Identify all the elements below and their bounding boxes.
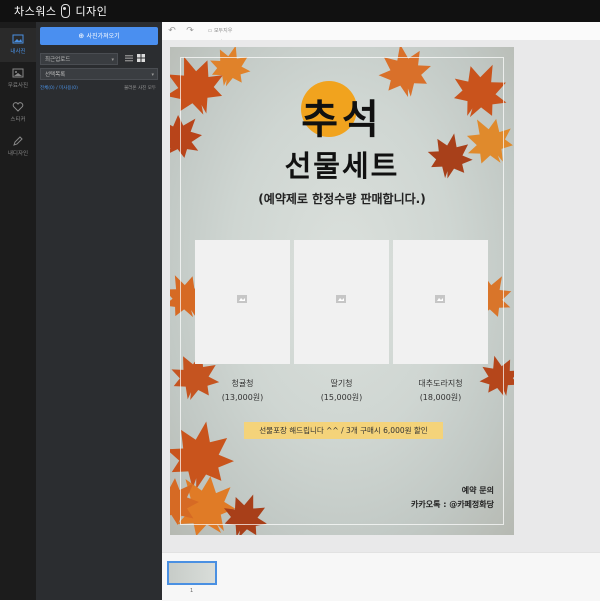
rail-item-my-photos[interactable]: 내사진: [0, 28, 36, 62]
left-rail: 내사진 무료사진 스티커 내디자인: [0, 22, 36, 600]
photo-icon: [12, 34, 24, 44]
rail-item-stickers[interactable]: 스티커: [0, 96, 36, 130]
product-price[interactable]: (15,000원): [294, 392, 389, 403]
product-price[interactable]: (18,000원): [393, 392, 488, 403]
app-topbar: 차스워스 디자인: [0, 0, 600, 22]
rail-item-my-designs[interactable]: 내디자인: [0, 130, 36, 164]
poster-page[interactable]: 추석 선물세트 (예약제로 한정수량 판매합니다.) 청귤청 (13,000원)…: [170, 47, 514, 535]
poster-tagline[interactable]: (예약제로 한정수량 판매합니다.): [170, 190, 514, 207]
heart-icon: [12, 102, 24, 112]
contact-title[interactable]: 예약 문의: [462, 485, 494, 496]
sort-select[interactable]: 최근업로드 ▾: [40, 53, 118, 65]
upload-photo-button[interactable]: ⊕ 사진가져오기: [40, 27, 158, 45]
promo-banner[interactable]: 선물포장 해드립니다 ^^ / 3개 구매시 6,000원 할인: [244, 422, 443, 439]
rail-label: 내사진: [10, 49, 26, 55]
load-all-link[interactable]: 불러온 사진 모두: [124, 85, 156, 91]
chevron-down-icon: ▾: [151, 72, 154, 78]
brand-product: 디자인: [75, 5, 108, 18]
image-placeholder-icon: [336, 295, 346, 303]
page-thumbnail-bar: 1: [162, 552, 600, 601]
product-name[interactable]: 대추도라지청: [393, 378, 488, 389]
album-select[interactable]: 선택목록 ▾: [40, 68, 158, 80]
album-select-value: 선택목록: [45, 72, 66, 78]
poster-subtitle[interactable]: 선물세트: [170, 143, 514, 185]
photo-slot[interactable]: [393, 240, 488, 364]
page-thumbnail[interactable]: [167, 561, 217, 585]
clear-all-button[interactable]: ▭ 모두지우기: [206, 25, 234, 46]
product-name[interactable]: 딸기청: [294, 378, 389, 389]
brand-toggle-icon: [61, 4, 71, 18]
pencil-icon: [13, 136, 23, 146]
brand-logo: 차스워스 디자인: [14, 3, 107, 19]
grid-view-icon[interactable]: [136, 53, 146, 63]
image-icon: [12, 68, 24, 78]
photo-slot[interactable]: [195, 240, 290, 364]
photo-slot[interactable]: [294, 240, 389, 364]
photo-count-note[interactable]: 전체(0) / 미사용(0): [40, 85, 78, 91]
rail-label: 무료사진: [7, 83, 29, 89]
brand-name: 차스워스: [14, 5, 57, 18]
upload-label: 사진가져오기: [86, 33, 120, 40]
redo-icon[interactable]: ↷: [184, 25, 196, 37]
product-price[interactable]: (13,000원): [195, 392, 290, 403]
rail-item-free-photos[interactable]: 무료사진: [0, 62, 36, 96]
sort-select-value: 최근업로드: [45, 57, 71, 63]
product-name[interactable]: 청귤청: [195, 378, 290, 389]
poster-title[interactable]: 추석: [170, 87, 514, 145]
image-placeholder-icon: [435, 295, 445, 303]
chevron-down-icon: ▾: [111, 57, 114, 63]
page-number: 1: [190, 588, 194, 594]
undo-icon[interactable]: ↶: [166, 25, 178, 37]
list-view-icon[interactable]: [124, 53, 134, 63]
photo-panel: ⊕ 사진가져오기 최근업로드 ▾ 선택목록 ▾ 전체(0) / 미사용(0) 불러온…: [36, 22, 162, 600]
rail-label: 내디자인: [7, 151, 29, 157]
rail-label: 스티커: [10, 117, 26, 123]
canvas-toolbar: ↶ ↷ ▭ 모두지우기: [162, 22, 600, 46]
image-placeholder-icon: [237, 295, 247, 303]
contact-kakao[interactable]: 카카오톡 : @카페정화당: [411, 499, 494, 510]
